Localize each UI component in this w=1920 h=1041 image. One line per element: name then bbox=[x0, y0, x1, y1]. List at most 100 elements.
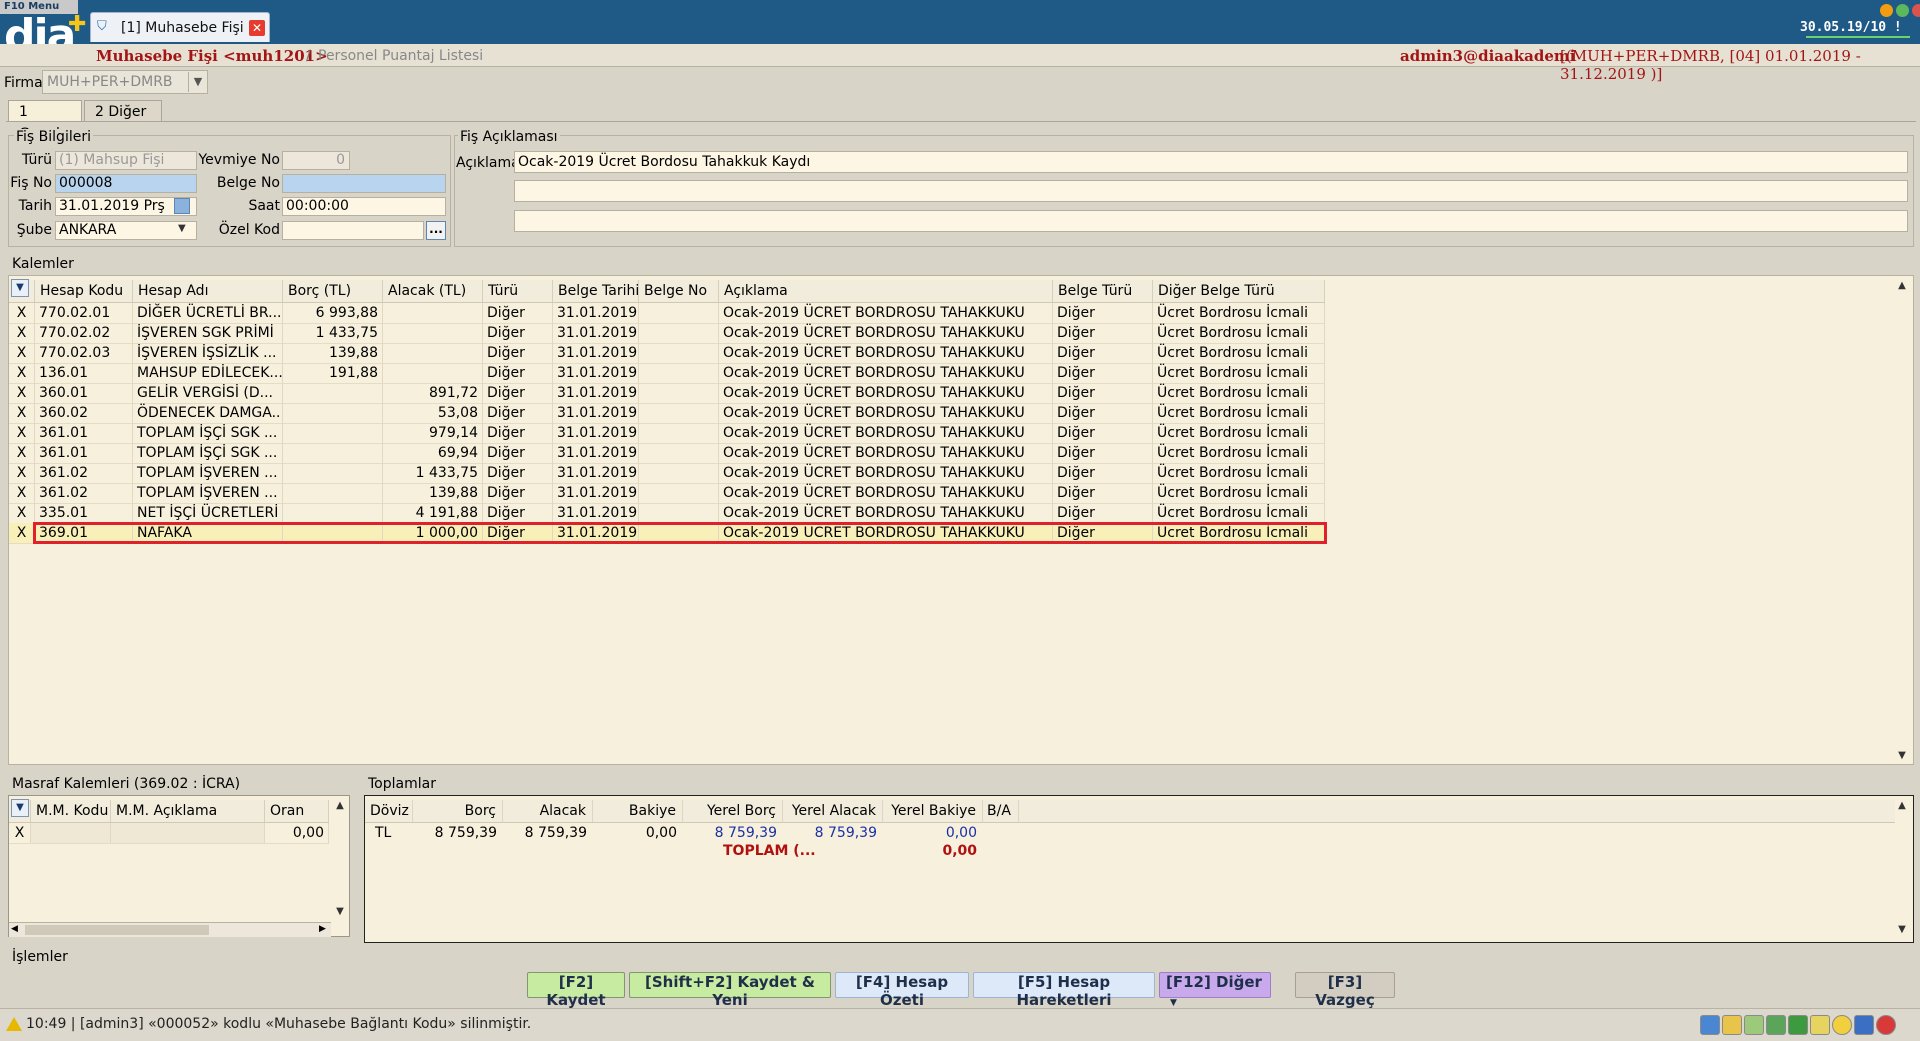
delete-row-icon[interactable]: X bbox=[9, 463, 35, 483]
col-borc[interactable]: Borç (TL) bbox=[283, 280, 383, 302]
cell-belge-tarihi[interactable]: 31.01.2019 bbox=[553, 343, 639, 363]
cell-alacak[interactable] bbox=[383, 363, 483, 383]
cell-oran[interactable]: 0,00 bbox=[265, 823, 329, 843]
cell-alacak[interactable]: 69,94 bbox=[383, 443, 483, 463]
col-hesap-kodu[interactable]: Hesap Kodu bbox=[35, 280, 133, 302]
cell-alacak[interactable]: 139,88 bbox=[383, 483, 483, 503]
download-icon[interactable] bbox=[1810, 1015, 1830, 1035]
cell-alacak[interactable]: 1 433,75 bbox=[383, 463, 483, 483]
col-belge-turu[interactable]: Belge Türü bbox=[1053, 280, 1153, 302]
cell-borc[interactable] bbox=[283, 503, 383, 523]
cell-mm-aciklama[interactable] bbox=[111, 823, 265, 843]
scroll-up-icon[interactable]: ▲ bbox=[331, 800, 349, 811]
cell-belge-no[interactable] bbox=[639, 503, 719, 523]
cell-hesap-adi[interactable]: GELİR VERGİSİ (D... bbox=[133, 383, 283, 403]
new-tab-plus-icon[interactable]: ✚ bbox=[68, 14, 86, 36]
table-row[interactable]: X 770.02.02 İŞVEREN SGK PRİMİ 1 433,75 Diğer… bbox=[9, 323, 1325, 344]
tab-diger[interactable]: 2 Diğer bbox=[84, 100, 162, 122]
cell-turu[interactable]: Diğer bbox=[483, 483, 553, 503]
delete-row-icon[interactable]: X bbox=[9, 403, 35, 423]
cell-hesap-kodu[interactable]: 335.01 bbox=[35, 503, 133, 523]
delete-row-icon[interactable]: X bbox=[9, 383, 35, 403]
cell-turu[interactable]: Diğer bbox=[483, 503, 553, 523]
cell-alacak[interactable] bbox=[383, 343, 483, 363]
cell-turu[interactable]: Diğer bbox=[483, 403, 553, 423]
cell-aciklama[interactable]: Ocak-2019 ÜCRET BORDROSU TAHAKKUKU bbox=[719, 403, 1053, 423]
cell-aciklama[interactable]: Ocak-2019 ÜCRET BORDROSU TAHAKKUKU bbox=[719, 483, 1053, 503]
col-yerel-bakiye[interactable]: Yerel Bakiye bbox=[883, 800, 983, 822]
cell-borc[interactable]: 139,88 bbox=[283, 343, 383, 363]
cell-belge-no[interactable] bbox=[639, 463, 719, 483]
cell-belge-no[interactable] bbox=[639, 303, 719, 323]
cell-hesap-kodu[interactable]: 770.02.03 bbox=[35, 343, 133, 363]
cell-diger-belge-turu[interactable]: Ücret Bordrosu İcmali bbox=[1153, 463, 1325, 483]
table-row[interactable]: X 361.02 TOPLAM İŞVEREN ... 1 433,75 Diğer 31… bbox=[9, 463, 1325, 484]
cell-hesap-kodu[interactable]: 136.01 bbox=[35, 363, 133, 383]
hesap-hareketleri-button[interactable]: [F5] Hesap Hareketleri bbox=[973, 972, 1155, 1009]
cell-aciklama[interactable]: Ocak-2019 ÜCRET BORDROSU TAHAKKUKU bbox=[719, 303, 1053, 323]
table-row[interactable]: X 770.02.03 İŞVEREN İŞSİZLİK ... 139,88 Diğe… bbox=[9, 343, 1325, 364]
cell-hesap-kodu[interactable]: 360.02 bbox=[35, 403, 133, 423]
diger-button[interactable]: [F12] Diğer ▼ bbox=[1159, 972, 1271, 1008]
cell-belge-tarihi[interactable]: 31.01.2019 bbox=[553, 363, 639, 383]
cell-belge-no[interactable] bbox=[639, 483, 719, 503]
col-ba[interactable]: B/A bbox=[983, 800, 1019, 822]
delete-row-icon[interactable]: X bbox=[9, 423, 35, 443]
col-belge-tarihi[interactable]: Belge Tarihi bbox=[553, 280, 639, 302]
cell-borc[interactable] bbox=[283, 463, 383, 483]
cell-hesap-adi[interactable]: TOPLAM İŞÇİ SGK ... bbox=[133, 443, 283, 463]
cell-hesap-kodu[interactable]: 770.02.02 bbox=[35, 323, 133, 343]
col-turu[interactable]: Türü bbox=[483, 280, 553, 302]
cell-aciklama[interactable]: Ocak-2019 ÜCRET BORDROSU TAHAKKUKU bbox=[719, 363, 1053, 383]
delete-row-icon[interactable]: X bbox=[9, 323, 35, 343]
table-row[interactable]: X 0,00 bbox=[9, 823, 329, 844]
tab-genel[interactable]: 1 Genel bbox=[8, 100, 82, 142]
cell-alacak[interactable]: 4 191,88 bbox=[383, 503, 483, 523]
cell-hesap-adi[interactable]: TOPLAM İŞVEREN ... bbox=[133, 463, 283, 483]
cell-diger-belge-turu[interactable]: Ücret Bordrosu İcmali bbox=[1153, 383, 1325, 403]
cell-belge-turu[interactable]: Diğer bbox=[1053, 403, 1153, 423]
ozelkod-field[interactable] bbox=[282, 221, 424, 240]
cell-borc[interactable] bbox=[283, 403, 383, 423]
scroll-down-icon[interactable]: ▼ bbox=[1893, 924, 1911, 935]
maximize-window-icon[interactable] bbox=[1896, 4, 1909, 17]
table-row[interactable]: X 360.01 GELİR VERGİSİ (D... 891,72 Diğer 31.… bbox=[9, 383, 1325, 404]
close-window-icon[interactable] bbox=[1912, 4, 1920, 17]
cell-belge-tarihi[interactable]: 31.01.2019 bbox=[553, 303, 639, 323]
scroll-thumb[interactable] bbox=[25, 925, 209, 935]
table-row[interactable]: X 361.01 TOPLAM İŞÇİ SGK ... 69,94 Diğer 31.0… bbox=[9, 443, 1325, 464]
cell-aciklama[interactable]: Ocak-2019 ÜCRET BORDROSU TAHAKKUKU bbox=[719, 323, 1053, 343]
column-chooser-icon[interactable]: ▼ bbox=[11, 799, 29, 817]
toplamlar-scrollbar[interactable]: ▲ ▼ bbox=[1893, 798, 1911, 938]
cell-belge-turu[interactable]: Diğer bbox=[1053, 503, 1153, 523]
cell-belge-tarihi[interactable]: 31.01.2019 bbox=[553, 323, 639, 343]
tab-muhasebe-fisi[interactable]: ⛉ [1] Muhasebe Fişi ✕ bbox=[90, 12, 270, 42]
table-row[interactable]: X 360.02 ÖDENECEK DAMGA... 53,08 Diğer 31.01.… bbox=[9, 403, 1325, 424]
delete-row-icon[interactable]: X bbox=[9, 823, 31, 843]
col-alacak[interactable]: Alacak bbox=[503, 800, 593, 822]
delete-row-icon[interactable]: X bbox=[9, 483, 35, 503]
cell-hesap-kodu[interactable]: 360.01 bbox=[35, 383, 133, 403]
col-mm-kodu[interactable]: M.M. Kodu bbox=[31, 800, 111, 822]
cell-hesap-kodu[interactable]: 770.02.01 bbox=[35, 303, 133, 323]
cell-belge-turu[interactable]: Diğer bbox=[1053, 323, 1153, 343]
calendar-icon[interactable] bbox=[174, 198, 190, 214]
table-row[interactable]: X 770.02.01 DİĞER ÜCRETLİ BR... 6 993,88 Diğ… bbox=[9, 303, 1325, 324]
cell-borc[interactable] bbox=[283, 443, 383, 463]
cell-turu[interactable]: Diğer bbox=[483, 323, 553, 343]
cell-hesap-adi[interactable]: NET İŞÇİ ÜCRETLERİ bbox=[133, 503, 283, 523]
scroll-up-icon[interactable]: ▲ bbox=[1893, 280, 1911, 291]
delete-row-icon[interactable]: X bbox=[9, 303, 35, 323]
table-row[interactable]: X 361.01 TOPLAM İŞÇİ SGK ... 979,14 Diğer 31.… bbox=[9, 423, 1325, 444]
cell-belge-no[interactable] bbox=[639, 323, 719, 343]
cell-borc[interactable]: 6 993,88 bbox=[283, 303, 383, 323]
col-mm-aciklama[interactable]: M.M. Açıklama bbox=[111, 800, 265, 822]
cell-borc[interactable] bbox=[283, 423, 383, 443]
cell-hesap-kodu[interactable]: 361.02 bbox=[35, 463, 133, 483]
minimize-window-icon[interactable] bbox=[1880, 4, 1893, 17]
table-row[interactable]: X 335.01 NET İŞÇİ ÜCRETLERİ 4 191,88 Diğer 31… bbox=[9, 503, 1325, 524]
scroll-right-icon[interactable]: ▶ bbox=[319, 924, 326, 934]
cell-borc[interactable] bbox=[283, 483, 383, 503]
col-belge-no[interactable]: Belge No bbox=[639, 280, 719, 302]
kaydet-yeni-button[interactable]: [Shift+F2] Kaydet & Yeni bbox=[629, 972, 831, 1009]
